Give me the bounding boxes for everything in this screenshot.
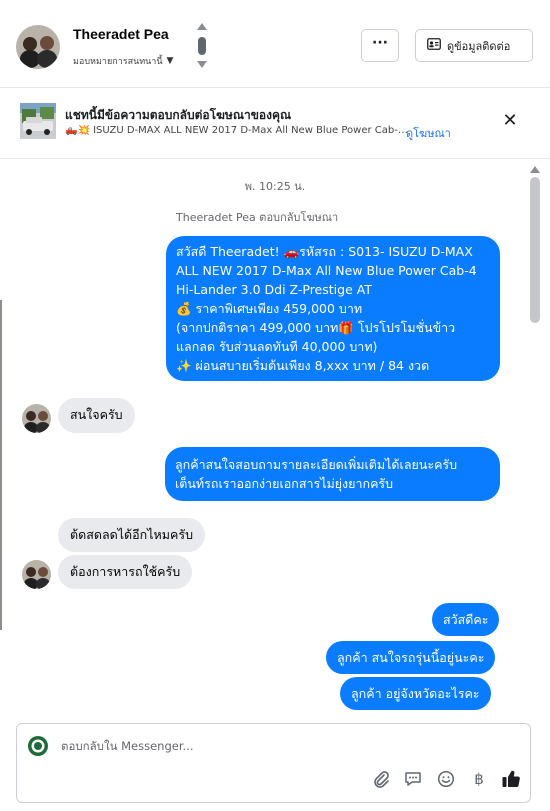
message-line: สวัสดีคะ [443, 612, 489, 627]
message-line: แลกลด รับส่วนลดทันที 40,000 บาท) [176, 339, 378, 354]
emoji-icon[interactable] [435, 768, 457, 790]
message-line: ✨ ผ่อนสบายเริ่มต้นเพียง 8,xxx บาท / 84 ง… [176, 358, 430, 373]
header-scroll-control[interactable] [196, 23, 208, 71]
view-ad-link[interactable]: ดูโฆษณา [406, 124, 451, 142]
contact-avatar-small[interactable] [22, 560, 51, 589]
thumbs-up-icon[interactable] [500, 768, 522, 790]
contact-avatar-small[interactable] [22, 404, 51, 433]
message-line: ต้องการหารถใช้ครับ [70, 564, 181, 579]
view-contact-info-button[interactable]: ดูข้อมูลติดต่อ [415, 29, 533, 62]
contact-avatar[interactable] [16, 25, 60, 69]
message-bubble-outgoing[interactable]: ลูกค้า สนใจรถรุ่นนี้อยู่นะคะ [326, 641, 496, 674]
message-line: ลูกค้า สนใจรถรุ่นนี้อยู่นะคะ [337, 650, 485, 665]
message-bubble-outgoing[interactable]: สวัสดีคะ [432, 603, 500, 636]
close-icon[interactable]: ✕ [500, 111, 520, 131]
page-avatar [26, 734, 50, 758]
baht-icon[interactable]: ฿ [468, 768, 490, 790]
message-bubble-outgoing[interactable]: ลูกค้า อยู่จังหวัดอะไรคะ [340, 677, 491, 710]
message-line: ลูกค้า อยู่จังหวัดอะไรคะ [351, 686, 480, 701]
message-line: 💰 ราคาพิเศษเพียง 459,000 บาท [176, 301, 363, 316]
scroll-up-icon[interactable] [197, 23, 207, 30]
contact-name[interactable]: Theeradet Pea [73, 26, 169, 42]
message-line: ALL NEW 2017 D-Max All New Blue Power Ca… [176, 263, 477, 278]
scroll-thumb[interactable] [530, 177, 540, 323]
paperclip-icon[interactable] [370, 768, 392, 790]
conversation-scrollbar[interactable] [528, 160, 542, 715]
contact-info-label: ดูข้อมูลติดต่อ [447, 39, 511, 53]
message-line: เต็นท์รถเราออกง่ายเอกสารไม่ยุ่งยากครับ [175, 476, 394, 491]
chat-bubble-icon[interactable] [402, 768, 424, 790]
ad-banner-subtitle: 🛻💥 ISUZU D-MAX ALL NEW 2017 D-Max All Ne… [65, 125, 410, 136]
panel-divider [0, 300, 2, 630]
message-bubble-outgoing[interactable]: ลูกค้าสนใจสอบถามรายละเอียดเพิ่มเติมได้เล… [165, 447, 500, 501]
ad-banner-title: แชทนี้มีข้อความตอบกลับต่อโฆษณาของคุณ [65, 108, 292, 122]
message-line: Hi-Lander 3.0 Ddi Z-Prestige AT [176, 282, 372, 297]
message-line: ต้ดสดลดได้อีกไหมครับ [70, 527, 194, 542]
message-line: ลูกค้าสนใจสอบถามรายละเอียดเพิ่มเติมได้เล… [175, 457, 458, 472]
message-bubble-incoming[interactable]: สนใจครับ [58, 398, 135, 433]
reply-input[interactable]: ตอบกลับใน Messenger... [61, 738, 193, 756]
conversation-header: Theeradet Pea มอบหมายการสนทนานี้ ▼ ··· ด… [0, 0, 550, 88]
message-bubble-outgoing[interactable]: สวัสดี Theeradet! 🚗รหัสรถ : S013- ISUZU … [166, 236, 500, 381]
scroll-down-icon[interactable] [197, 61, 207, 68]
scroll-thumb[interactable] [198, 37, 206, 55]
message-bubble-incoming[interactable]: ต้องการหารถใช้ครับ [58, 555, 193, 589]
more-options-button[interactable]: ··· [361, 29, 399, 62]
reply-composer[interactable]: ตอบกลับใน Messenger... ฿ [16, 723, 531, 803]
message-bubble-incoming[interactable]: ต้ดสดลดได้อีกไหมครับ [58, 518, 206, 552]
ad-thumbnail[interactable] [20, 103, 56, 139]
contact-card-icon [427, 38, 441, 53]
assign-conversation-dropdown[interactable]: มอบหมายการสนทนานี้ ▼ [73, 54, 173, 68]
message-line: (จากปกติราคา 499,000 บาท🎁 โปรโปรโมชั่นข้… [176, 320, 456, 335]
caret-down-icon: ▼ [166, 56, 174, 66]
message-timestamp: พ. 10:25 น. [244, 180, 306, 193]
assign-label: มอบหมายการสนทนานี้ [73, 57, 163, 67]
ad-reply-banner: แชทนี้มีข้อความตอบกลับต่อโฆษณาของคุณ 🛻💥 … [0, 89, 550, 159]
message-line: สวัสดี Theeradet! 🚗รหัสรถ : S013- ISUZU … [176, 244, 473, 259]
ad-reply-notice: Theeradet Pea ตอบกลับโฆษณา [176, 211, 339, 224]
scroll-up-icon[interactable] [530, 166, 540, 173]
message-line: สนใจครับ [70, 407, 123, 422]
